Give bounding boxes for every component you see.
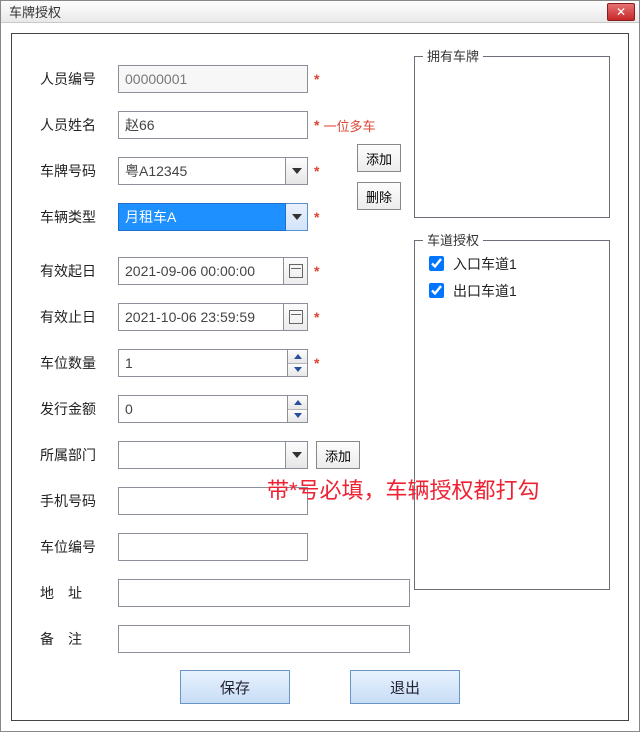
select-vehicle-type[interactable]	[118, 203, 286, 231]
form-frame: 人员编号 * 人员姓名 * 一位多车 车牌号码 *	[11, 33, 629, 721]
label-valid-to: 有效止日	[40, 307, 118, 327]
lane-item-exit1[interactable]: 出口车道1	[425, 280, 599, 301]
required-mark: *	[314, 163, 319, 179]
bottom-bar: 保存 退出	[12, 670, 628, 704]
owned-plates-title: 拥有车牌	[423, 46, 483, 65]
label-plate-no: 车牌号码	[40, 161, 118, 181]
input-phone[interactable]	[118, 487, 308, 515]
required-mark: *	[314, 209, 319, 225]
required-mark: *	[314, 309, 319, 325]
amount-up[interactable]	[288, 396, 307, 409]
chevron-down-icon	[292, 452, 302, 458]
date-picker-from[interactable]	[284, 257, 308, 285]
form-column: 人员编号 * 人员姓名 * 一位多车 车牌号码 *	[40, 64, 410, 670]
row-plate-no: 车牌号码 *	[40, 156, 410, 186]
plate-add-del-col: 添加 删除	[357, 144, 401, 210]
date-picker-to[interactable]	[284, 303, 308, 331]
required-mark: *	[314, 355, 319, 371]
window-title: 车牌授权	[9, 2, 61, 21]
close-button[interactable]: ✕	[607, 3, 635, 21]
input-slot-no[interactable]	[118, 533, 308, 561]
label-address: 地 址	[40, 583, 118, 603]
vehicle-type-select-wrap	[118, 203, 308, 231]
delete-plate-button[interactable]: 删除	[357, 182, 401, 210]
lane-auth-title: 车道授权	[423, 230, 483, 249]
titlebar: 车牌授权 ✕	[1, 1, 639, 23]
lane-item-entry1[interactable]: 入口车道1	[425, 253, 599, 274]
label-remark: 备 注	[40, 629, 118, 649]
row-slot-no: 车位编号	[40, 532, 410, 562]
input-valid-to[interactable]	[118, 303, 284, 331]
input-slot-count[interactable]	[118, 349, 288, 377]
required-mark: *	[314, 263, 319, 279]
label-person-name: 人员姓名	[40, 115, 118, 135]
input-remark[interactable]	[118, 625, 410, 653]
label-slot-count: 车位数量	[40, 353, 118, 373]
input-plate-no[interactable]	[118, 157, 286, 185]
lane-checkbox-exit1[interactable]	[429, 283, 444, 298]
label-issue-amount: 发行金额	[40, 399, 118, 419]
label-phone: 手机号码	[40, 491, 118, 511]
add-dept-button[interactable]: 添加	[316, 441, 360, 469]
row-valid-to: 有效止日 *	[40, 302, 410, 332]
label-slot-no: 车位编号	[40, 537, 118, 557]
required-mark: *	[314, 71, 319, 87]
plate-dropdown-button[interactable]	[286, 157, 308, 185]
input-valid-from[interactable]	[118, 257, 284, 285]
slot-count-up[interactable]	[288, 350, 307, 363]
label-vehicle-type: 车辆类型	[40, 207, 118, 227]
row-dept: 所属部门 添加	[40, 440, 410, 470]
dialog-window: 车牌授权 ✕ 人员编号 * 人员姓名 * 一位多车	[0, 0, 640, 732]
input-person-name[interactable]	[118, 111, 308, 139]
amount-spinner	[288, 395, 308, 423]
owned-plates-group: 拥有车牌	[414, 56, 610, 218]
input-address[interactable]	[118, 579, 410, 607]
arrow-down-icon	[294, 367, 302, 372]
calendar-icon	[289, 310, 303, 324]
chevron-down-icon	[292, 168, 302, 174]
lane-checkbox-entry1[interactable]	[429, 256, 444, 271]
row-person-name: 人员姓名 * 一位多车	[40, 110, 410, 140]
row-issue-amount: 发行金额	[40, 394, 410, 424]
add-plate-button[interactable]: 添加	[357, 144, 401, 172]
slot-count-spinner	[288, 349, 308, 377]
right-column: 拥有车牌 车道授权 入口车道1 出口车道1	[414, 56, 610, 612]
select-dept[interactable]	[118, 441, 286, 469]
label-valid-from: 有效起日	[40, 261, 118, 281]
label-person-no: 人员编号	[40, 69, 118, 89]
row-address: 地 址	[40, 578, 410, 608]
save-button[interactable]: 保存	[180, 670, 290, 704]
arrow-up-icon	[294, 400, 302, 405]
row-vehicle-type: 车辆类型 *	[40, 202, 410, 232]
input-issue-amount[interactable]	[118, 395, 288, 423]
client-area: 人员编号 * 人员姓名 * 一位多车 车牌号码 *	[1, 23, 639, 731]
exit-button[interactable]: 退出	[350, 670, 460, 704]
arrow-down-icon	[294, 413, 302, 418]
row-remark: 备 注	[40, 624, 410, 654]
required-mark: *	[314, 117, 319, 133]
slot-count-down[interactable]	[288, 363, 307, 377]
amount-down[interactable]	[288, 409, 307, 423]
plate-select-wrap	[118, 157, 308, 185]
input-person-no[interactable]	[118, 65, 308, 93]
label-dept: 所属部门	[40, 445, 118, 465]
calendar-icon	[289, 264, 303, 278]
dept-select-wrap	[118, 441, 308, 469]
vehicle-type-dropdown-button[interactable]	[286, 203, 308, 231]
dept-dropdown-button[interactable]	[286, 441, 308, 469]
lane-list: 入口车道1 出口车道1	[423, 249, 601, 311]
close-icon: ✕	[616, 5, 626, 19]
lane-auth-group: 车道授权 入口车道1 出口车道1	[414, 240, 610, 590]
row-valid-from: 有效起日 *	[40, 256, 410, 286]
note-multi-car: 一位多车	[323, 116, 375, 135]
lane-label: 出口车道1	[453, 281, 517, 301]
chevron-down-icon	[292, 214, 302, 220]
row-person-no: 人员编号 *	[40, 64, 410, 94]
arrow-up-icon	[294, 354, 302, 359]
row-phone: 手机号码	[40, 486, 410, 516]
lane-label: 入口车道1	[453, 254, 517, 274]
row-slot-count: 车位数量 *	[40, 348, 410, 378]
